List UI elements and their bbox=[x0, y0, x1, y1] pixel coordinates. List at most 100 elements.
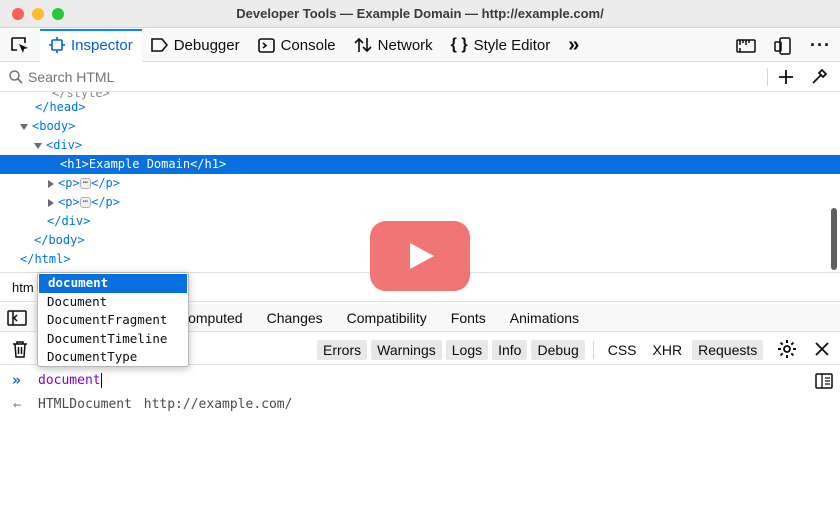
markup-node-p2[interactable]: <p> ⋯ </p> bbox=[0, 193, 840, 212]
more-tools-button[interactable]: » bbox=[559, 29, 588, 62]
toolbar-divider bbox=[767, 68, 768, 86]
tab-changes[interactable]: Changes bbox=[255, 310, 335, 326]
node-text: </p> bbox=[91, 176, 121, 190]
markup-node-head-close[interactable]: </head> bbox=[0, 98, 840, 117]
autocomplete-item[interactable]: Document bbox=[38, 293, 188, 312]
window-controls bbox=[12, 8, 64, 20]
node-text: <div> bbox=[46, 138, 83, 152]
autocomplete-popup: document Document DocumentFragment Docum… bbox=[37, 272, 189, 367]
tab-animations[interactable]: Animations bbox=[498, 310, 591, 326]
video-play-button[interactable] bbox=[370, 221, 470, 291]
autocomplete-item[interactable]: DocumentFragment bbox=[38, 311, 188, 330]
markup-node-div[interactable]: <div> bbox=[0, 136, 840, 155]
node-text: </html> bbox=[20, 252, 71, 266]
text-cursor bbox=[100, 373, 102, 388]
gear-icon[interactable] bbox=[777, 339, 797, 359]
node-text: <p> bbox=[58, 176, 80, 190]
close-icon[interactable] bbox=[815, 342, 829, 356]
node-text: </head> bbox=[35, 100, 86, 114]
inspector-icon bbox=[49, 37, 65, 53]
filter-warnings[interactable]: Warnings bbox=[371, 340, 442, 360]
tab-console-label: Console bbox=[280, 36, 336, 54]
filter-divider bbox=[592, 341, 594, 359]
console-output: » document ← HTMLDocument http://example… bbox=[0, 366, 840, 512]
markup-node-p1[interactable]: <p> ⋯ </p> bbox=[0, 174, 840, 193]
zoom-window-button[interactable] bbox=[52, 8, 64, 20]
devtools-window: Developer Tools — Example Domain — http:… bbox=[0, 0, 840, 512]
tab-inspector-label: Inspector bbox=[71, 36, 133, 54]
console-input-text: document bbox=[38, 373, 101, 388]
twisty-closed-icon[interactable] bbox=[48, 179, 54, 188]
play-icon bbox=[410, 243, 434, 269]
responsive-design-button[interactable] bbox=[727, 29, 765, 62]
tab-network[interactable]: Network bbox=[345, 29, 442, 62]
dock-side-icon bbox=[774, 36, 791, 55]
prompt-chevron-icon: » bbox=[12, 371, 22, 389]
filter-logs[interactable]: Logs bbox=[445, 340, 489, 360]
markup-node-body[interactable]: <body> bbox=[0, 117, 840, 136]
filter-info[interactable]: Info bbox=[492, 340, 528, 360]
devtools-toolbar: Inspector Debugger Console Network { } S… bbox=[0, 28, 840, 62]
filter-requests[interactable]: Requests bbox=[692, 340, 764, 360]
add-node-icon[interactable] bbox=[778, 69, 794, 85]
ellipsis-menu-icon: ··· bbox=[810, 35, 831, 55]
autocomplete-item[interactable]: DocumentTimeline bbox=[38, 330, 188, 349]
node-text: </div> bbox=[47, 214, 91, 228]
tab-fonts[interactable]: Fonts bbox=[439, 310, 498, 326]
window-title: Developer Tools — Example Domain — http:… bbox=[236, 6, 604, 21]
tab-debugger[interactable]: Debugger bbox=[142, 29, 249, 62]
node-text: <body> bbox=[32, 119, 76, 133]
twisty-open-icon[interactable] bbox=[34, 142, 42, 149]
more-options-button[interactable]: ··· bbox=[801, 29, 840, 62]
console-icon bbox=[257, 37, 275, 53]
tab-console[interactable]: Console bbox=[249, 29, 345, 62]
console-result[interactable]: HTMLDocument http://example.com/ bbox=[38, 397, 292, 412]
filter-debug[interactable]: Debug bbox=[531, 340, 585, 360]
markup-search-bar: Search HTML bbox=[0, 62, 840, 92]
title-bar: Developer Tools — Example Domain — http:… bbox=[0, 0, 840, 28]
debugger-icon bbox=[150, 38, 168, 52]
node-text: </p> bbox=[91, 195, 121, 209]
node-text: </body> bbox=[34, 233, 85, 247]
filter-errors[interactable]: Errors bbox=[317, 340, 368, 360]
collapsed-content-icon[interactable]: ⋯ bbox=[79, 197, 92, 208]
twisty-open-icon[interactable] bbox=[20, 123, 28, 130]
tab-inspector[interactable]: Inspector bbox=[40, 28, 142, 62]
search-input[interactable]: Search HTML bbox=[28, 69, 748, 85]
console-filters: Errors Warnings Logs Info Debug CSS XHR … bbox=[317, 340, 767, 360]
ruler-icon bbox=[736, 38, 756, 53]
eyedropper-icon[interactable] bbox=[810, 68, 828, 86]
tab-compatibility[interactable]: Compatibility bbox=[335, 310, 439, 326]
search-icon bbox=[9, 69, 23, 84]
collapsed-content-icon[interactable]: ⋯ bbox=[79, 178, 92, 189]
editor-mode-icon[interactable] bbox=[815, 373, 833, 389]
result-url[interactable]: http://example.com/ bbox=[144, 397, 293, 412]
close-window-button[interactable] bbox=[12, 8, 24, 20]
trash-icon[interactable] bbox=[12, 340, 28, 358]
markup-scrollbar[interactable] bbox=[831, 208, 837, 270]
toggle-sidebar-icon[interactable] bbox=[7, 309, 27, 326]
node-text: <p> bbox=[58, 195, 80, 209]
markup-node-h1-selected[interactable]: <h1>Example Domain</h1> bbox=[0, 155, 840, 174]
minimize-window-button[interactable] bbox=[32, 8, 44, 20]
breadcrumb-item[interactable]: htm bbox=[12, 280, 34, 295]
element-picker-icon bbox=[11, 37, 28, 53]
filter-xhr[interactable]: XHR bbox=[647, 340, 689, 360]
tab-style-editor[interactable]: { } Style Editor bbox=[442, 29, 560, 62]
autocomplete-item-selected[interactable]: document bbox=[39, 274, 187, 293]
chevron-double-right-icon: » bbox=[568, 33, 580, 56]
toolbar-right: ··· bbox=[727, 29, 840, 62]
autocomplete-item[interactable]: DocumentType bbox=[38, 348, 188, 367]
dock-button[interactable] bbox=[765, 29, 801, 62]
tab-network-label: Network bbox=[377, 36, 433, 54]
element-picker-button[interactable] bbox=[0, 29, 40, 62]
result-type: HTMLDocument bbox=[38, 397, 132, 412]
node-text: <h1>Example Domain</h1> bbox=[60, 157, 227, 171]
twisty-closed-icon[interactable] bbox=[48, 198, 54, 207]
tab-debugger-label: Debugger bbox=[173, 36, 240, 54]
filter-css[interactable]: CSS bbox=[602, 340, 643, 360]
tab-style-editor-label: Style Editor bbox=[473, 36, 551, 54]
console-input[interactable]: document bbox=[38, 373, 102, 388]
braces-icon: { } bbox=[450, 36, 468, 53]
network-icon bbox=[354, 37, 372, 53]
